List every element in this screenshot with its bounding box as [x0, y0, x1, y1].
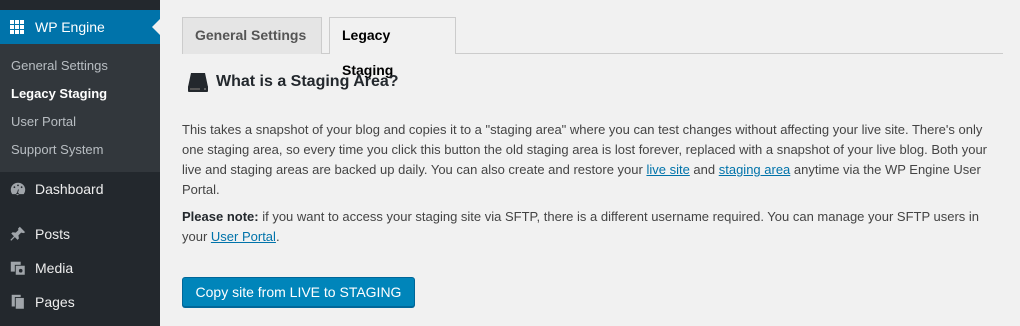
wp-engine-submenu: General Settings Legacy Staging User Por…	[0, 44, 160, 172]
staging-description: This takes a snapshot of your blog and c…	[182, 120, 1004, 200]
pushpin-icon	[8, 224, 28, 244]
admin-sidebar: WP Engine General Settings Legacy Stagin…	[0, 0, 160, 326]
submenu-item-user-portal[interactable]: User Portal	[0, 108, 160, 136]
paragraph-text: and	[689, 162, 719, 177]
note-label: Please note:	[182, 209, 259, 224]
dashboard-icon	[8, 179, 28, 199]
wpengine-grid-icon	[10, 20, 24, 34]
sidebar-item-label: WP Engine	[35, 19, 105, 35]
submenu-item-support-system[interactable]: Support System	[0, 136, 160, 164]
tab-general-settings[interactable]: General Settings	[182, 17, 322, 54]
page-title: What is a Staging Area?	[216, 73, 399, 90]
submenu-item-legacy-staging[interactable]: Legacy Staging	[0, 80, 160, 108]
sidebar-item-label: Posts	[35, 226, 71, 242]
sidebar-item-posts[interactable]: Posts	[0, 217, 160, 251]
paragraph-text: .	[275, 229, 280, 244]
paragraph-text: if you want to access your staging site …	[182, 209, 980, 244]
sidebar-item-label: Media	[35, 260, 74, 276]
sidebar-item-wp-engine[interactable]: WP Engine	[0, 10, 160, 44]
staging-area-link[interactable]: staging area	[719, 162, 791, 177]
user-portal-link[interactable]: User Portal	[211, 229, 276, 244]
media-icon	[8, 258, 28, 278]
sidebar-item-dashboard[interactable]: Dashboard	[0, 172, 160, 206]
sidebar-item-pages[interactable]: Pages	[0, 285, 160, 319]
main-content: General Settings Legacy Staging What is …	[160, 0, 1020, 326]
copy-live-to-staging-button[interactable]: Copy site from LIVE to STAGING	[182, 277, 415, 307]
live-site-link[interactable]: live site	[646, 162, 689, 177]
sidebar-item-label: Pages	[35, 294, 75, 310]
hard-drive-icon	[186, 70, 210, 94]
settings-tabs: General Settings Legacy Staging	[182, 17, 1003, 78]
current-menu-arrow	[152, 19, 160, 35]
sidebar-item-label: Dashboard	[35, 181, 104, 197]
sidebar-item-media[interactable]: Media	[0, 251, 160, 285]
pages-icon	[8, 292, 28, 312]
sftp-note: Please note: if you want to access your …	[182, 207, 1004, 247]
tab-legacy-staging[interactable]: Legacy Staging	[329, 17, 456, 78]
submenu-item-general-settings[interactable]: General Settings	[0, 52, 160, 80]
section-heading: What is a Staging Area?	[186, 70, 399, 94]
